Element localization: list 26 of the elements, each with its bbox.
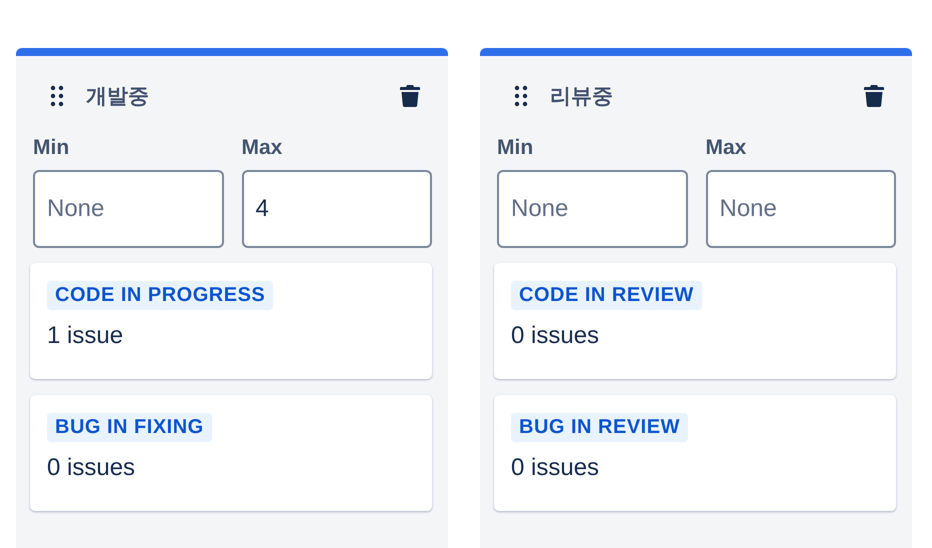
- column-title: 개발중: [86, 84, 150, 110]
- limit-input[interactable]: None: [706, 170, 896, 248]
- drag-handle-icon[interactable]: [50, 85, 64, 107]
- limit-label: Max: [706, 136, 748, 160]
- status-card[interactable]: CODE IN PROGRESS 1 issue: [30, 263, 432, 379]
- issue-count: 0 issues: [511, 322, 600, 350]
- limit-input[interactable]: None: [497, 170, 688, 248]
- trash-icon[interactable]: [864, 85, 884, 107]
- status-card[interactable]: CODE IN REVIEW 0 issues: [494, 263, 896, 379]
- status-lozenge: BUG IN FIXING: [47, 413, 212, 442]
- issue-count: 1 issue: [47, 322, 124, 350]
- status-lozenge: CODE IN REVIEW: [511, 281, 702, 310]
- limit-label: Max: [242, 136, 284, 160]
- issue-count: 0 issues: [47, 454, 136, 482]
- limit-input[interactable]: None: [33, 170, 224, 248]
- limit-label: Min: [497, 136, 534, 160]
- status-lozenge: CODE IN PROGRESS: [47, 281, 274, 310]
- drag-handle-icon[interactable]: [514, 85, 528, 107]
- status-lozenge: BUG IN REVIEW: [511, 413, 688, 442]
- limit-label: Min: [33, 136, 70, 160]
- status-card[interactable]: BUG IN FIXING 0 issues: [30, 395, 432, 511]
- status-card[interactable]: BUG IN REVIEW 0 issues: [494, 395, 896, 511]
- limit-input[interactable]: 4: [242, 170, 432, 248]
- column-title: 리뷰중: [550, 84, 614, 110]
- issue-count: 0 issues: [511, 454, 600, 482]
- trash-icon[interactable]: [400, 85, 420, 107]
